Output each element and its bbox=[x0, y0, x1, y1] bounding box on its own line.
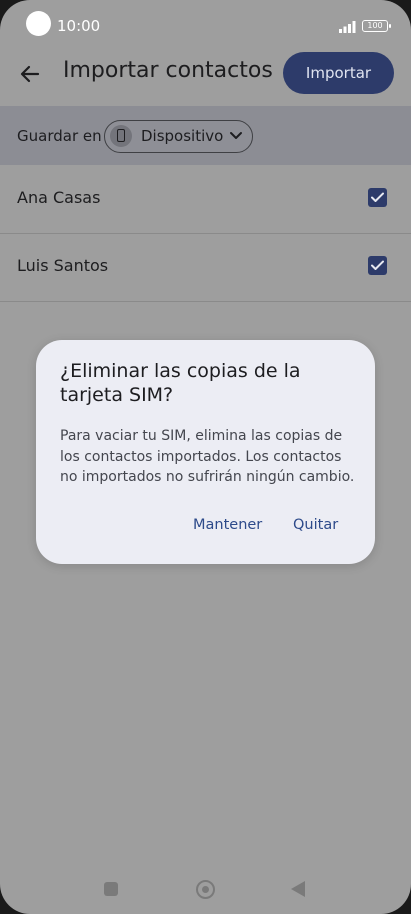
remove-button[interactable]: Quitar bbox=[293, 517, 338, 533]
dialog-message: Para vaciar tu SIM, elimina las copias d… bbox=[60, 428, 355, 485]
chevron-down-icon bbox=[230, 132, 242, 139]
checkbox-checked-icon[interactable] bbox=[368, 256, 387, 275]
navigation-bar bbox=[0, 855, 411, 914]
contact-name: Luis Santos bbox=[17, 256, 109, 275]
checkbox-checked-icon[interactable] bbox=[368, 188, 387, 207]
nav-home-icon[interactable] bbox=[196, 880, 215, 899]
dialog-title: ¿Eliminar las copias de la tarjeta SIM? bbox=[60, 360, 301, 406]
save-location-dropdown[interactable]: Dispositivo bbox=[104, 120, 253, 153]
back-arrow-icon[interactable] bbox=[18, 62, 42, 86]
keep-button[interactable]: Mantener bbox=[193, 517, 262, 533]
save-location-value: Dispositivo bbox=[141, 127, 224, 145]
status-time: 10:00 bbox=[57, 17, 101, 35]
front-camera bbox=[26, 11, 51, 36]
contact-row-0[interactable]: Ana Casas bbox=[0, 165, 411, 234]
phone-icon bbox=[110, 125, 132, 147]
import-button[interactable]: Importar bbox=[283, 52, 394, 94]
save-location-label: Guardar en bbox=[17, 127, 102, 145]
battery-icon: 100 bbox=[362, 20, 391, 32]
status-bar: 10:00 100 bbox=[0, 0, 411, 52]
signal-icon bbox=[339, 21, 356, 33]
nav-recents-icon[interactable] bbox=[104, 882, 118, 896]
contact-name: Ana Casas bbox=[17, 188, 101, 207]
delete-sim-copies-dialog: ¿Eliminar las copias de la tarjeta SIM? … bbox=[36, 340, 375, 564]
nav-back-icon[interactable] bbox=[291, 881, 305, 897]
contact-row-1[interactable]: Luis Santos bbox=[0, 233, 411, 302]
page-title: Importar contactos bbox=[63, 58, 273, 83]
phone-screen: 10:00 100 Importar contactos Importar Gu… bbox=[0, 0, 411, 914]
